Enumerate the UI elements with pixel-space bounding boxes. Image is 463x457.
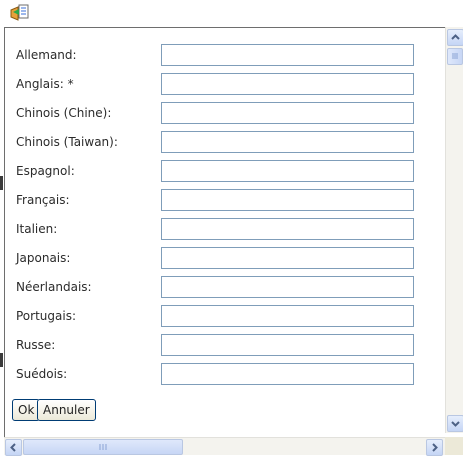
field-label: Allemand: (16, 48, 77, 62)
field-row-suedois: Suédois: (16, 363, 416, 385)
field-input-japonais[interactable] (161, 247, 414, 269)
field-input-neerlandais[interactable] (161, 276, 414, 298)
field-row-italien: Italien: (16, 218, 416, 240)
field-row-portugais: Portugais: (16, 305, 416, 327)
translation-form-panel: Allemand: Anglais: * Chinois (Chine): Ch… (4, 27, 445, 455)
field-input-portugais[interactable] (161, 305, 414, 327)
chevron-right-icon (432, 443, 438, 452)
translate-form-icon[interactable] (10, 4, 32, 22)
field-input-francais[interactable] (161, 189, 414, 211)
field-label: Suédois: (16, 367, 68, 381)
field-label: Portugais: (16, 309, 76, 323)
field-row-espagnol: Espagnol: (16, 160, 416, 182)
scrollbar-corner (445, 437, 463, 455)
field-row-allemand: Allemand: (16, 44, 416, 66)
scroll-down-button[interactable] (447, 415, 463, 432)
field-input-chinois-taiwan[interactable] (161, 131, 414, 153)
field-row-japonais: Japonais: (16, 247, 416, 269)
field-row-francais: Français: (16, 189, 416, 211)
chevron-up-icon (451, 34, 460, 40)
field-row-anglais: Anglais: * (16, 73, 416, 95)
field-input-espagnol[interactable] (161, 160, 414, 182)
vertical-scroll-thumb[interactable] (447, 48, 463, 65)
field-input-allemand[interactable] (161, 44, 414, 66)
field-label: Chinois (Taiwan): (16, 135, 118, 149)
scroll-right-button[interactable] (426, 439, 443, 456)
field-row-chinois-chine: Chinois (Chine): (16, 102, 416, 124)
field-row-neerlandais: Néerlandais: (16, 276, 416, 298)
chevron-left-icon (10, 443, 16, 452)
scroll-up-button[interactable] (447, 29, 463, 46)
field-input-anglais[interactable] (161, 73, 414, 95)
field-input-russe[interactable] (161, 334, 414, 356)
field-input-chinois-chine[interactable] (161, 102, 414, 124)
field-label: Anglais: * (16, 77, 74, 91)
field-input-italien[interactable] (161, 218, 414, 240)
vertical-scrollbar[interactable] (445, 27, 463, 433)
scroll-left-button[interactable] (5, 439, 22, 456)
horizontal-scroll-thumb[interactable] (23, 439, 183, 455)
field-row-chinois-taiwan: Chinois (Taiwan): (16, 131, 416, 153)
field-label: Français: (16, 193, 70, 207)
field-row-russe: Russe: (16, 334, 416, 356)
field-label: Italien: (16, 222, 58, 236)
cancel-button[interactable]: Annuler (37, 399, 96, 421)
field-label: Russe: (16, 338, 56, 352)
field-label: Chinois (Chine): (16, 106, 112, 120)
field-label: Néerlandais: (16, 280, 92, 294)
field-label: Espagnol: (16, 164, 75, 178)
horizontal-scrollbar[interactable] (4, 437, 445, 456)
field-input-suedois[interactable] (161, 363, 414, 385)
edge-mark (0, 353, 3, 367)
edge-mark (0, 176, 3, 190)
chevron-down-icon (451, 421, 460, 427)
field-label: Japonais: (16, 251, 71, 265)
